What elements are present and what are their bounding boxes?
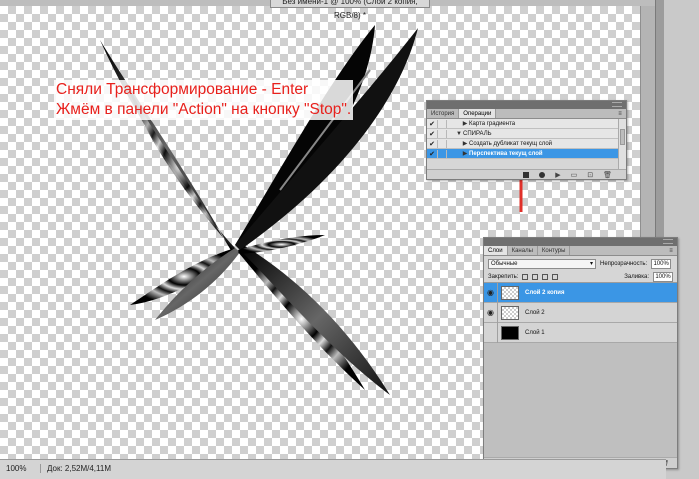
fill-input[interactable]: 100% <box>653 271 673 282</box>
blend-mode-select[interactable]: Обычные ▾ <box>488 258 596 269</box>
layer-thumbnail <box>501 325 519 340</box>
butterfly-artwork <box>100 25 418 395</box>
lock-transparency-icon[interactable] <box>522 273 529 280</box>
layer-list: ◉ Слой 2 копия ◉ Слой 2 Слой 1 <box>484 282 677 463</box>
action-row[interactable]: ✔ ▶ Создать дубликат текущ слой <box>427 139 626 149</box>
stop-icon[interactable] <box>523 171 530 178</box>
dialog-toggle[interactable] <box>437 139 447 148</box>
annotation-text: Сняли Трансформирование - Enter Жмём в п… <box>54 80 354 120</box>
doc-size[interactable]: Док: 2,52M/4,11M <box>40 464 111 473</box>
layer-name: Слой 2 <box>525 309 545 316</box>
layer-name: Слой 1 <box>525 329 545 336</box>
eye-icon[interactable]: ◉ <box>484 282 498 303</box>
actions-toolbar: ▶ ▭ ⊡ 🗑 <box>427 169 626 179</box>
document-title[interactable]: Без имени-1 @ 100% (Слой 2 копия, RGB/8)… <box>270 0 430 20</box>
tab-layers[interactable]: Слои <box>484 246 508 255</box>
eye-icon[interactable]: ◉ <box>484 302 498 323</box>
panel-menu-icon[interactable]: ≡ <box>614 109 626 118</box>
action-label: Создать дубликат текущ слой <box>469 140 553 147</box>
dialog-toggle[interactable] <box>437 149 447 158</box>
panel-menu-icon[interactable]: ≡ <box>665 246 677 255</box>
layer-row-selected[interactable]: ◉ Слой 2 копия <box>484 282 677 303</box>
lock-position-icon[interactable] <box>542 273 549 280</box>
expand-icon[interactable]: ▶ <box>461 150 469 157</box>
check-icon[interactable]: ✔ <box>427 130 437 138</box>
lock-label: Закрепить: <box>488 273 519 280</box>
layers-tabs: Слои Каналы Контуры ≡ <box>484 246 677 256</box>
actions-scrollbar[interactable] <box>618 119 626 169</box>
layer-thumbnail <box>501 285 519 300</box>
expand-icon[interactable]: ▶ <box>461 120 469 127</box>
annotation-line-1: Сняли Трансформирование - Enter <box>56 81 309 98</box>
layer-name: Слой 2 копия <box>525 289 565 296</box>
layers-panel: Слои Каналы Контуры ≡ Обычные ▾ Непрозра… <box>483 237 678 469</box>
new-action-icon[interactable]: ⊡ <box>587 171 593 179</box>
tab-actions[interactable]: Операции <box>459 109 497 118</box>
play-icon[interactable]: ▶ <box>555 171 560 179</box>
eye-hidden-icon[interactable] <box>484 322 498 343</box>
action-row[interactable]: ✔ ▶ Карта градиента <box>427 119 626 129</box>
chevron-down-icon: ▾ <box>589 260 593 267</box>
collapse-triangle-icon[interactable]: ▼ <box>455 131 463 137</box>
check-icon[interactable]: ✔ <box>427 120 437 128</box>
action-set-label: СПИРАЛЬ <box>463 130 492 137</box>
expand-icon[interactable]: ▶ <box>461 140 469 147</box>
dialog-toggle[interactable] <box>437 119 447 128</box>
action-row-selected[interactable]: ✔ ▶ Перспектива текущ слой <box>427 149 626 159</box>
actions-list: ✔ ▶ Карта градиента ✔ ▼ СПИРАЛЬ ✔ ▶ Созд… <box>427 119 626 169</box>
check-icon[interactable]: ✔ <box>427 140 437 148</box>
photoshop-window: Без имени-1 @ 100% (Слой 2 копия, RGB/8)… <box>0 0 699 479</box>
collapse-icon[interactable] <box>663 239 673 244</box>
lock-row: Закрепить: Заливка: 100% <box>484 271 677 283</box>
actions-tabs: История Операции ≡ <box>427 109 626 119</box>
trash-icon[interactable]: 🗑 <box>603 171 612 179</box>
layer-row[interactable]: Слой 1 <box>484 322 677 343</box>
action-label: Карта градиента <box>469 120 516 127</box>
actions-panel: История Операции ≡ ✔ ▶ Карта градиента ✔… <box>426 100 627 180</box>
fill-label: Заливка: <box>624 273 649 280</box>
layer-row[interactable]: ◉ Слой 2 <box>484 302 677 323</box>
opacity-input[interactable]: 100% <box>651 258 672 269</box>
check-icon[interactable]: ✔ <box>427 150 437 158</box>
panel-header[interactable] <box>427 101 626 109</box>
status-bar: 100% Док: 2,52M/4,11M <box>0 459 666 479</box>
tab-paths[interactable]: Контуры <box>538 246 571 255</box>
action-set-row[interactable]: ✔ ▼ СПИРАЛЬ <box>427 129 626 139</box>
blend-mode-value: Обычные <box>491 260 518 267</box>
zoom-level[interactable]: 100% <box>6 464 26 473</box>
scroll-thumb[interactable] <box>620 129 625 145</box>
lock-pixels-icon[interactable] <box>532 273 539 280</box>
lock-all-icon[interactable] <box>552 273 559 280</box>
record-icon[interactable] <box>539 171 546 178</box>
dialog-toggle[interactable] <box>437 129 447 138</box>
collapse-icon[interactable] <box>612 102 622 107</box>
layer-thumbnail <box>501 305 519 320</box>
panel-header[interactable] <box>484 238 677 246</box>
tab-history[interactable]: История <box>427 109 460 118</box>
new-set-icon[interactable]: ▭ <box>571 171 578 179</box>
opacity-label: Непрозрачность: <box>600 260 648 267</box>
action-label: Перспектива текущ слой <box>469 150 543 157</box>
tab-channels[interactable]: Каналы <box>508 246 538 255</box>
annotation-line-2: Жмём в панели "Action" на кнопку "Stop". <box>56 101 352 118</box>
blend-row: Обычные ▾ Непрозрачность: 100% <box>484 256 677 271</box>
